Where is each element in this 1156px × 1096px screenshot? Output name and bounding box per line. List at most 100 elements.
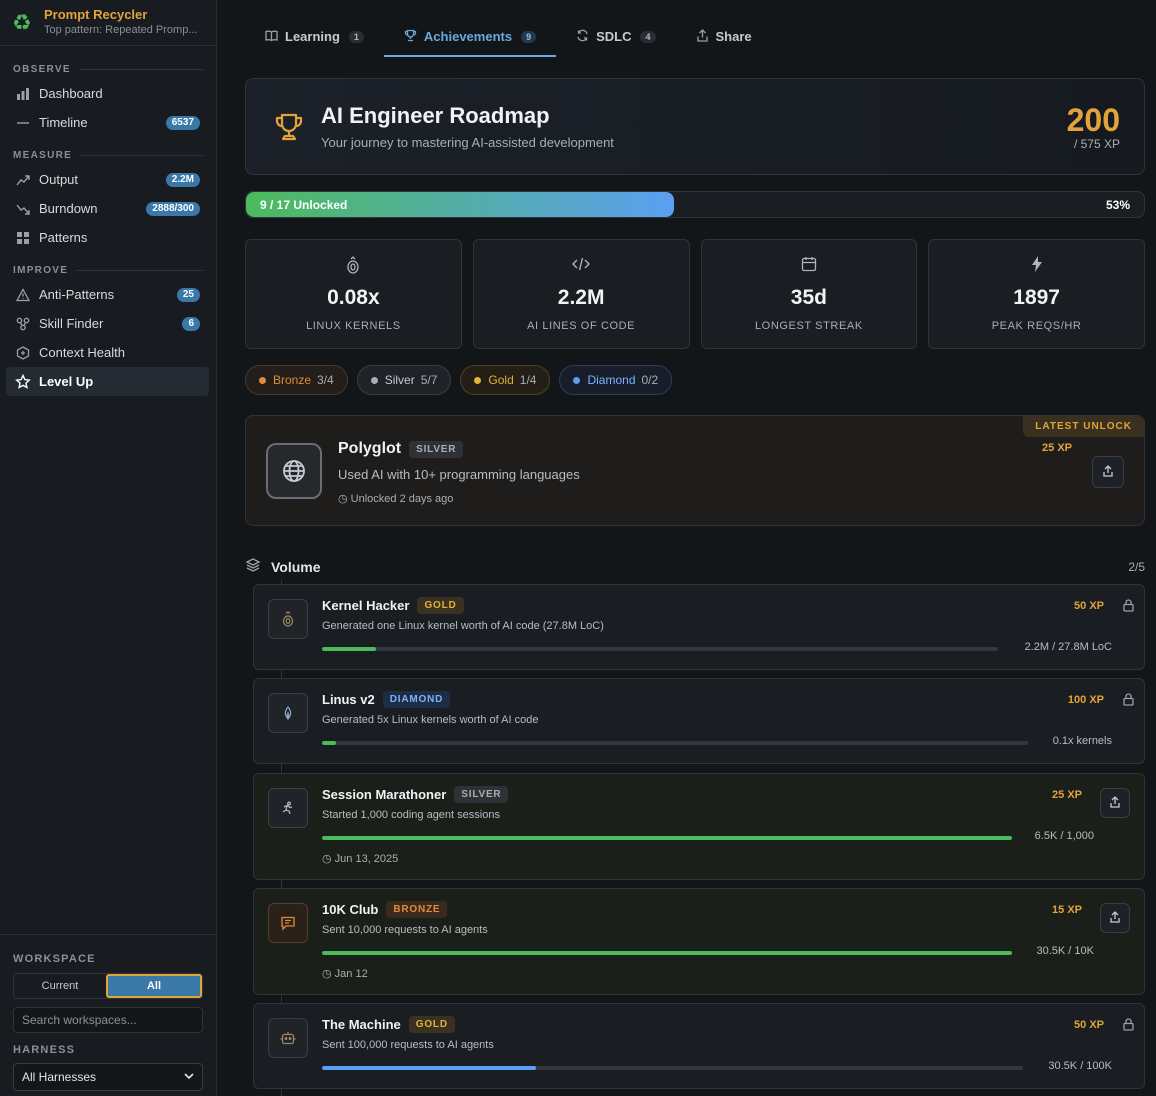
tier-filter-gold[interactable]: Gold 1/4 [460, 365, 551, 395]
unlock-date: ◷ Jan 12 [322, 967, 368, 980]
kernel-icon [246, 256, 461, 274]
star-icon [15, 373, 31, 390]
refresh-icon [576, 29, 589, 45]
roadmap-subtitle: Your journey to mastering AI-assisted de… [321, 135, 614, 150]
sidebar-item-patterns[interactable]: Patterns [6, 223, 209, 252]
stat-value: 35d [790, 286, 827, 309]
group-header-volume[interactable]: Volume 2/5 [245, 557, 1145, 576]
lock-icon [1123, 599, 1134, 615]
workspace-search-input[interactable]: Search workspaces... [13, 1007, 203, 1033]
tier-dot [474, 376, 482, 384]
group-count: 2/5 [1128, 559, 1145, 574]
tier-name: Bronze [273, 373, 312, 387]
workspace-option-current[interactable]: Current [14, 974, 106, 998]
achievement-progress-fill [322, 647, 377, 651]
achievement-description: Started 1,000 coding agent sessions [322, 809, 500, 821]
brand-header[interactable]: ♻ Prompt Recycler Top pattern: Repeated … [0, 0, 216, 46]
clock-icon: ◷ [338, 493, 348, 505]
achievement-card-kernel-hacker[interactable]: Kernel Hacker GOLD Generated one Linux ker… [253, 584, 1145, 670]
tab-bar: Learning 1 Achievements 9 SDLC 4 Share [245, 18, 772, 57]
tier-name: Diamond [587, 373, 636, 387]
workspace-label: WORKSPACE [13, 953, 96, 965]
achievement-xp: 25 XP [1052, 789, 1082, 801]
latest-achievement-description: Used AI with 10+ programming languages [338, 467, 580, 482]
harness-label: HARNESS [13, 1044, 76, 1056]
xp-max: / 575 XP [1073, 136, 1120, 151]
workspace-option-all[interactable]: All [106, 974, 202, 998]
sidebar-item-skill-finder[interactable]: Skill Finder 6 [6, 309, 209, 338]
achievement-card-10k-club[interactable]: 10K Club BRONZE Sent 10,000 requests to AI… [253, 888, 1145, 995]
divider [80, 154, 203, 156]
tier-chip: SILVER [409, 440, 464, 458]
tab-achievements[interactable]: Achievements 9 [383, 18, 557, 57]
sidebar-item-label: Timeline [39, 115, 88, 130]
achievement-card-linus-v2[interactable]: Linus v2 DIAMOND Generated 5x Linux kernel… [253, 678, 1145, 764]
achievement-xp: 50 XP [1074, 600, 1104, 612]
sidebar-item-dashboard[interactable]: Dashboard [6, 79, 209, 108]
tier-chip: GOLD [417, 597, 464, 614]
count-badge: 6537 [165, 115, 200, 130]
tab-label: Learning [285, 29, 340, 44]
sidebar-item-context-health[interactable]: Context Health [6, 338, 209, 367]
chevron-down-icon [184, 1070, 194, 1084]
tier-dot [370, 376, 378, 384]
sidebar-item-burndown[interactable]: Burndown 2888/300 [6, 194, 209, 223]
stat-label: LONGEST STREAK [754, 320, 863, 332]
group-name: Volume [271, 558, 321, 575]
tab-sdlc[interactable]: SDLC 4 [556, 18, 675, 57]
stat-card-peak-reqs-hr: 1897 PEAK REQS/HR [928, 239, 1145, 349]
achievement-progress-bar [322, 647, 998, 651]
achievement-name: 10K Club [322, 902, 379, 917]
stat-value: 2.2M [557, 286, 605, 309]
tab-learning[interactable]: Learning 1 [245, 18, 384, 57]
harness-select[interactable]: All Harnesses [13, 1063, 203, 1091]
lock-icon [1123, 1018, 1134, 1034]
recycle-icon: ♻ [12, 10, 32, 35]
latest-achievement-name: Polyglot [338, 440, 402, 457]
tier-name: Silver [384, 373, 415, 387]
count-badge: 2.2M [165, 172, 200, 187]
achievement-card-session-marathoner[interactable]: Session Marathoner SILVER Started 1,000 co… [253, 773, 1145, 880]
tier-chip: DIAMOND [382, 691, 451, 708]
sidebar-item-timeline[interactable]: Timeline 6537 [6, 108, 209, 137]
tab-label: Achievements [423, 29, 513, 44]
app-title: Prompt Recycler [44, 7, 148, 22]
progress-label: 9 / 17 Unlocked [260, 198, 348, 212]
grid-icon [15, 230, 31, 246]
sidebar-item-anti-patterns[interactable]: Anti-Patterns 25 [6, 280, 209, 309]
share-icon [696, 28, 709, 45]
chat-icon [268, 903, 308, 943]
roadmap-title: AI Engineer Roadmap [321, 103, 550, 128]
latest-xp: 25 XP [1042, 442, 1072, 454]
share-button[interactable] [1100, 903, 1130, 933]
achievement-description: Generated one Linux kernel worth of AI c… [322, 620, 604, 632]
count-badge: 25 [176, 287, 200, 302]
clock-icon: ◷ [322, 968, 332, 980]
achievement-card-the-machine[interactable]: The Machine GOLD Sent 100,000 requests to … [253, 1003, 1145, 1089]
share-icon [1109, 795, 1121, 811]
sidebar-item-label: Context Health [39, 345, 125, 360]
stat-card-longest-streak: 35d LONGEST STREAK [700, 239, 918, 349]
share-button[interactable] [1092, 456, 1124, 488]
sidebar-item-level-up[interactable]: Level Up [6, 367, 209, 396]
sidebar-item-output[interactable]: Output 2.2M [6, 165, 209, 194]
trophy-icon [271, 109, 307, 145]
achievement-progress-bar [322, 741, 1028, 745]
stat-label: LINUX KERNELS [306, 320, 401, 332]
bar-chart-icon [15, 86, 31, 102]
achievement-name: Linus v2 [322, 692, 375, 707]
share-icon [1102, 464, 1114, 480]
tier-filter-silver[interactable]: Silver 5/7 [356, 365, 452, 395]
share-button[interactable] [1100, 788, 1130, 818]
lock-icon [1123, 693, 1134, 709]
tier-filter-bronze[interactable]: Bronze 3/4 [245, 365, 348, 395]
tier-count: 3/4 [317, 373, 334, 387]
workspace-toggle: Current All [13, 973, 203, 999]
latest-unlock-tag: LATEST UNLOCK [1023, 416, 1144, 437]
achievement-description: Sent 10,000 requests to AI agents [322, 924, 488, 936]
tab-share[interactable]: Share [676, 18, 772, 57]
achievement-progress-fill [322, 1066, 536, 1070]
section-title: MEASURE [13, 149, 73, 161]
achievement-progress-text: 2.2M / 27.8M LoC [1024, 641, 1112, 653]
tier-filter-diamond[interactable]: Diamond 0/2 [559, 365, 673, 395]
